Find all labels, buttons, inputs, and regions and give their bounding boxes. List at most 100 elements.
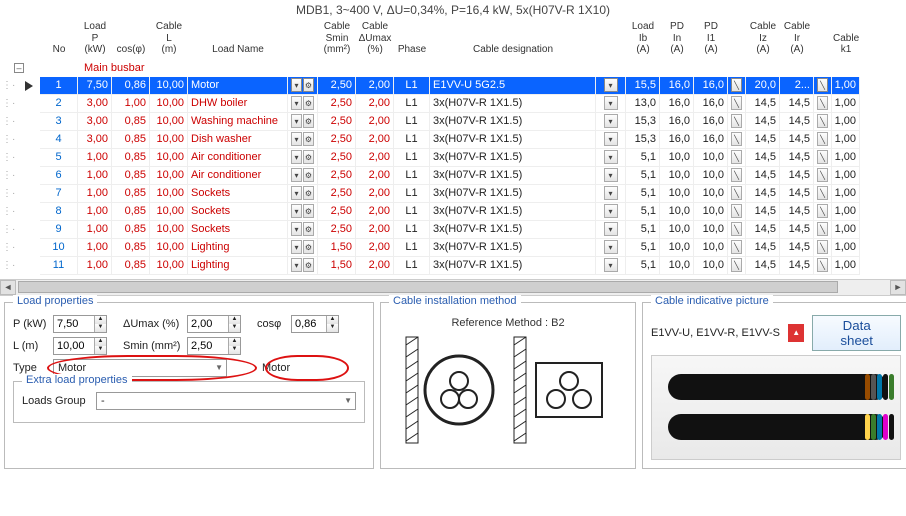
load-type-dropdown-icon[interactable]: ▾ [291,240,302,254]
cell-load-type[interactable]: ▾⚙ [288,185,318,203]
dumax-spinner[interactable]: ▲▼ [187,315,241,333]
cell-des-dd[interactable]: ▾ [596,185,626,203]
cell-ib[interactable]: 5,1 [626,185,660,203]
pd-char-icon[interactable]: ╲ [731,132,742,146]
pd-char-icon[interactable]: ╲ [731,186,742,200]
cell-pd-curve[interactable]: ╲ [728,185,746,203]
cell-cable-l[interactable]: 10,00 [150,113,188,131]
cell-in[interactable]: 10,0 [660,167,694,185]
cell-phase[interactable]: L1 [394,149,430,167]
cell-cable-l[interactable]: 10,00 [150,257,188,275]
cell-dumax[interactable]: 2,00 [356,185,394,203]
cell-phase[interactable]: L1 [394,203,430,221]
cable-curve-icon[interactable]: ╲ [817,150,828,164]
cell-load-p[interactable]: 1,00 [78,239,112,257]
cell-designation[interactable]: 3x(H07V-R 1X1.5) [430,239,596,257]
cell-cable-curve[interactable]: ╲ [814,257,832,275]
cell-designation[interactable]: 3x(H07V-R 1X1.5) [430,95,596,113]
cell-phase[interactable]: L1 [394,221,430,239]
cell-dumax[interactable]: 2,00 [356,113,394,131]
load-type-dropdown-icon[interactable]: ▾ [291,96,302,110]
cell-cable-curve[interactable]: ╲ [814,95,832,113]
cell-i1[interactable]: 10,0 [694,149,728,167]
designation-dropdown-icon[interactable]: ▾ [604,186,618,200]
cell-load-type[interactable]: ▾⚙ [288,77,318,95]
cell-designation[interactable]: 3x(H07V-R 1X1.5) [430,257,596,275]
cell-k1[interactable]: 1,00 [832,95,860,113]
cell-no[interactable]: 10 [40,239,78,257]
cell-ir[interactable]: 14,5 [780,167,814,185]
cell-cable-curve[interactable]: ╲ [814,167,832,185]
cell-in[interactable]: 10,0 [660,149,694,167]
designation-dropdown-icon[interactable]: ▾ [604,240,618,254]
table-row[interactable]: ⋮·51,000,8510,00Air conditioner▾⚙2,502,0… [0,149,906,167]
cell-no[interactable]: 8 [40,203,78,221]
cell-cosphi[interactable]: 0,85 [112,167,150,185]
cell-cable-l[interactable]: 10,00 [150,221,188,239]
cell-smin[interactable]: 2,50 [318,77,356,95]
cell-load-p[interactable]: 1,00 [78,149,112,167]
cell-dumax[interactable]: 2,00 [356,95,394,113]
cell-cosphi[interactable]: 0,85 [112,149,150,167]
cell-des-dd[interactable]: ▾ [596,113,626,131]
table-row[interactable]: ⋮·111,000,8510,00Lighting▾⚙1,502,00L13x(… [0,257,906,275]
designation-dropdown-icon[interactable]: ▾ [604,150,618,164]
cell-smin[interactable]: 2,50 [318,131,356,149]
table-row[interactable]: ⋮·91,000,8510,00Sockets▾⚙2,502,00L13x(H0… [0,221,906,239]
pd-char-icon[interactable]: ╲ [731,240,742,254]
cell-load-type[interactable]: ▾⚙ [288,239,318,257]
cell-ir[interactable]: 2... [780,77,814,95]
cell-iz[interactable]: 14,5 [746,95,780,113]
cell-load-p[interactable]: 3,00 [78,95,112,113]
pd-char-icon[interactable]: ╲ [731,96,742,110]
cell-iz[interactable]: 14,5 [746,113,780,131]
cell-smin[interactable]: 1,50 [318,239,356,257]
load-type-dropdown-icon[interactable]: ▾ [291,222,302,236]
cell-load-type[interactable]: ▾⚙ [288,203,318,221]
pd-char-icon[interactable]: ╲ [731,78,742,92]
cell-cosphi[interactable]: 0,85 [112,113,150,131]
cell-k1[interactable]: 1,00 [832,167,860,185]
cell-pd-curve[interactable]: ╲ [728,239,746,257]
cell-ir[interactable]: 14,5 [780,203,814,221]
table-row[interactable]: ⋮·33,000,8510,00Washing machine▾⚙2,502,0… [0,113,906,131]
cell-smin[interactable]: 2,50 [318,95,356,113]
cell-load-p[interactable]: 1,00 [78,185,112,203]
cell-iz[interactable]: 14,5 [746,185,780,203]
cell-iz[interactable]: 14,5 [746,131,780,149]
cell-iz[interactable]: 14,5 [746,239,780,257]
cell-ib[interactable]: 5,1 [626,221,660,239]
cell-load-name[interactable]: Air conditioner [188,149,288,167]
cell-designation[interactable]: 3x(H07V-R 1X1.5) [430,221,596,239]
dumax-input[interactable] [188,316,228,332]
cell-phase[interactable]: L1 [394,239,430,257]
cell-pd-curve[interactable]: ╲ [728,257,746,275]
cell-i1[interactable]: 10,0 [694,203,728,221]
cell-k1[interactable]: 1,00 [832,185,860,203]
load-type-dropdown-icon[interactable]: ▾ [291,114,302,128]
col-pd-in[interactable]: PD In (A) [660,21,694,56]
cell-ir[interactable]: 14,5 [780,131,814,149]
cosphi-spinner[interactable]: ▲▼ [291,315,339,333]
cell-ir[interactable]: 14,5 [780,149,814,167]
cell-in[interactable]: 16,0 [660,95,694,113]
cell-des-dd[interactable]: ▾ [596,131,626,149]
spin-up-icon[interactable]: ▲ [326,316,338,324]
cell-no[interactable]: 1 [40,77,78,95]
cell-load-p[interactable]: 1,00 [78,167,112,185]
cell-load-name[interactable]: Sockets [188,203,288,221]
cell-smin[interactable]: 1,50 [318,257,356,275]
cell-iz[interactable]: 14,5 [746,257,780,275]
cell-in[interactable]: 16,0 [660,113,694,131]
cell-no[interactable]: 5 [40,149,78,167]
table-row[interactable]: ⋮·61,000,8510,00Air conditioner▾⚙2,502,0… [0,167,906,185]
cell-load-p[interactable]: 7,50 [78,77,112,95]
cell-cosphi[interactable]: 0,85 [112,131,150,149]
cell-ib[interactable]: 15,3 [626,113,660,131]
cell-in[interactable]: 10,0 [660,185,694,203]
cell-cable-curve[interactable]: ╲ [814,203,832,221]
col-load-ib[interactable]: Load Ib (A) [626,21,660,56]
smin-input[interactable] [188,338,228,354]
cell-cosphi[interactable]: 0,85 [112,203,150,221]
cable-curve-icon[interactable]: ╲ [817,78,828,92]
